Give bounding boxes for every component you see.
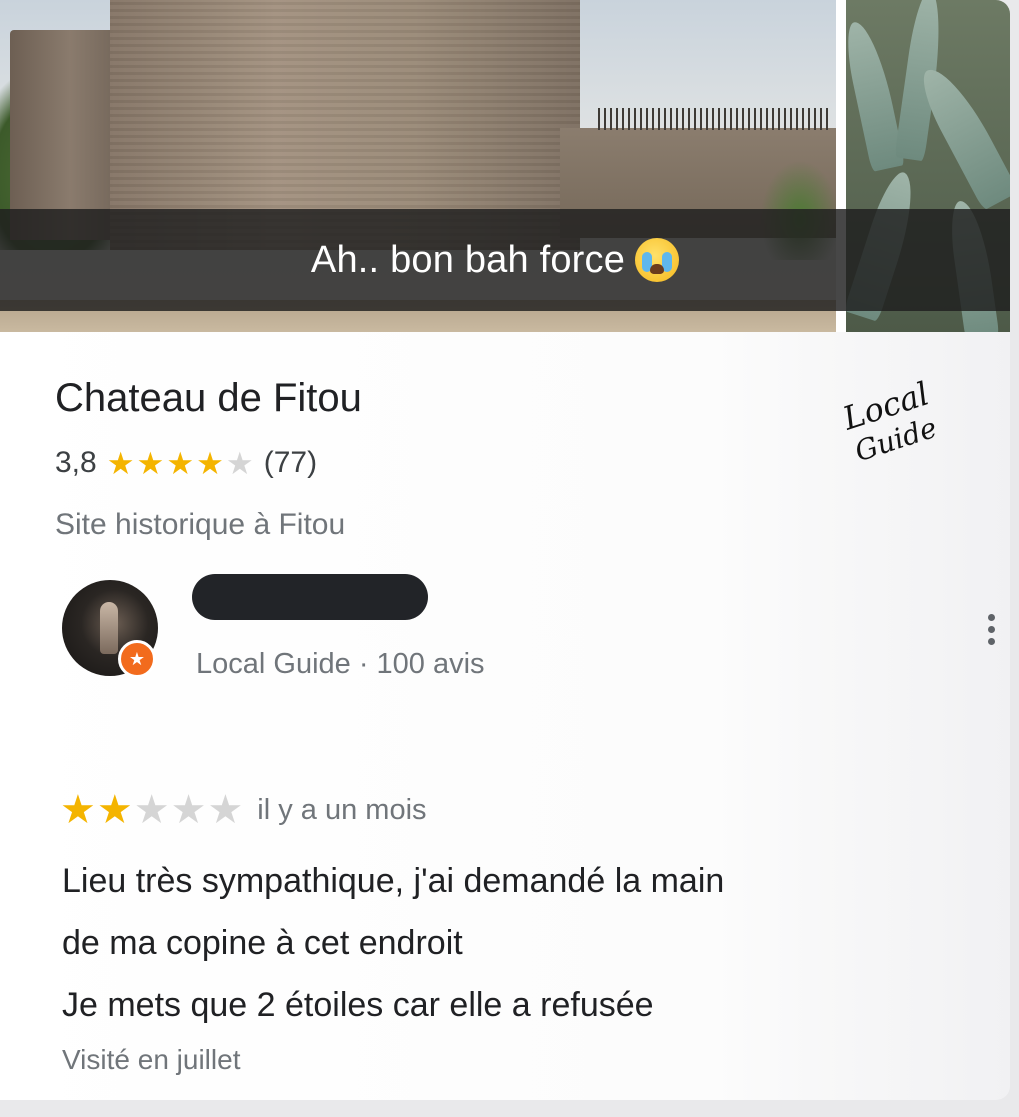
- star-empty-icon: ★: [225, 445, 254, 481]
- review-line: de ma copine à cet endroit: [62, 924, 463, 962]
- star-filled-icon: ★: [96, 788, 133, 832]
- star-empty-icon: ★: [133, 788, 170, 832]
- review-count[interactable]: (77): [264, 446, 317, 480]
- place-category: Site historique à Fitou: [55, 508, 346, 541]
- star-empty-icon: ★: [170, 788, 207, 832]
- review-rating-row: ★ ★ ★ ★ ★ il y a un mois: [60, 790, 427, 830]
- more-dot: [987, 625, 995, 633]
- more-dot: [987, 613, 995, 621]
- review-text: Lieu très sympathique, j'ai demandé la m…: [62, 850, 942, 1036]
- review-card: Ah.. bon bah force Chateau de Fitou 3,8 …: [0, 0, 1010, 1100]
- reviewer-meta[interactable]: Local Guide · 100 avis: [196, 648, 485, 681]
- star-filled-icon: ★: [136, 445, 165, 481]
- review-line: Lieu très sympathique, j'ai demandé la m…: [62, 862, 725, 900]
- review-time: il y a un mois: [257, 793, 427, 826]
- star-filled-icon: ★: [196, 445, 224, 481]
- rating-value: 3,8: [55, 446, 97, 479]
- star-filled-icon: ★: [60, 788, 96, 832]
- place-rating-row: 3,8 ★ ★ ★ ★ ★ (77): [55, 446, 317, 480]
- visited-date: Visité en juillet: [62, 1044, 241, 1075]
- star-filled-icon: ★: [166, 445, 195, 481]
- star-filled-icon: ★: [106, 445, 135, 481]
- place-rating-stars: ★ ★ ★ ★ ★: [107, 448, 254, 479]
- more-vert-icon[interactable]: [978, 604, 1004, 654]
- place-title: Chateau de Fitou: [55, 376, 362, 420]
- review-line: Je mets que 2 étoiles car elle a refusée: [62, 986, 654, 1024]
- reviewer-name-redacted[interactable]: [192, 574, 428, 620]
- photo-fence: [598, 108, 830, 130]
- more-dot: [987, 637, 995, 645]
- local-guide-signature-logo: Local Guide: [832, 368, 947, 478]
- snap-caption-bar: Ah.. bon bah force: [0, 209, 1010, 311]
- loudly-crying-face-icon: [635, 238, 680, 282]
- star-empty-icon: ★: [207, 788, 244, 832]
- local-guide-star-icon: ★: [118, 640, 156, 678]
- review-rating-stars: ★ ★ ★ ★ ★: [60, 790, 243, 830]
- caption-text: Ah.. bon bah force: [310, 238, 626, 281]
- avatar-person: [100, 602, 118, 654]
